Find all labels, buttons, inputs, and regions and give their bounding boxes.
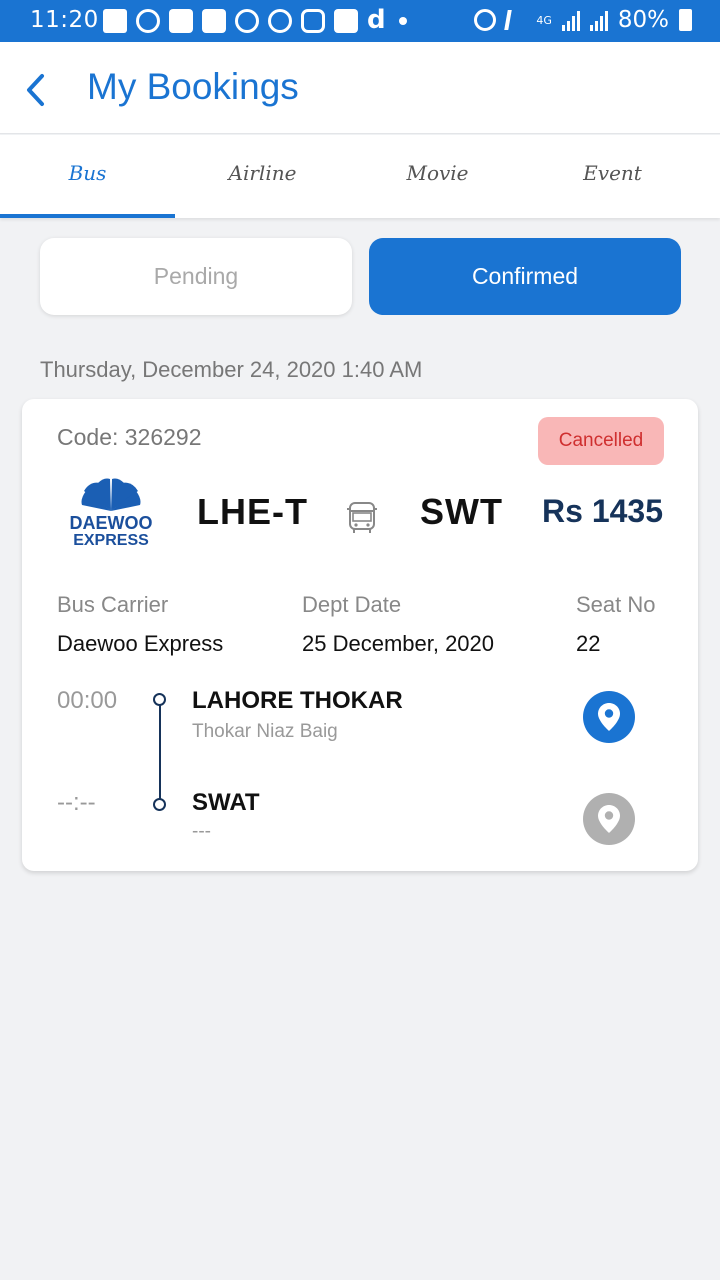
destination-stop-name: SWAT: [192, 789, 260, 816]
destination-code: SWT: [420, 491, 503, 532]
battery-icon: [679, 9, 692, 31]
notification-icons: d: [103, 5, 407, 35]
origin-time: 00:00: [57, 687, 118, 714]
origin-dot: [153, 693, 166, 706]
alarm-icon: [474, 9, 497, 31]
more-notifications-icon: [398, 17, 407, 25]
tab-bus[interactable]: Bus: [0, 135, 175, 218]
facebook-icon: [334, 9, 358, 33]
instagram-icon: [301, 9, 325, 33]
category-tabs: Bus Airline Movie Event: [0, 135, 720, 218]
booking-date: Thursday, December 24, 2020 1:40 AM: [40, 357, 423, 382]
tab-event[interactable]: Event: [525, 135, 700, 218]
tab-movie[interactable]: Movie: [350, 135, 525, 218]
carrier-label: Bus Carrier: [57, 592, 169, 617]
sync-icon: [136, 9, 160, 33]
page-title: My Bookings: [87, 66, 299, 107]
bus-icon: [347, 502, 377, 533]
dept-date-label: Dept Date: [302, 592, 402, 617]
route-timeline-line: [158, 705, 161, 803]
signal-icon: [561, 9, 580, 31]
origin-stop-name: LAHORE THOKAR: [192, 687, 403, 714]
network-type: 4G: [536, 13, 552, 27]
status-indicators: 4G 80%: [474, 7, 692, 33]
dept-date-value: 25 December, 2020: [302, 631, 495, 656]
status-badge: Cancelled: [538, 417, 664, 465]
sync-icon: [235, 9, 259, 33]
status-bar: 11:20 d 4G 80%: [0, 0, 720, 42]
message-icon: [103, 9, 127, 33]
price: Rs 1435: [542, 493, 663, 529]
clock: 11:20: [30, 7, 99, 33]
pending-button[interactable]: Pending: [40, 238, 352, 315]
seat-label: Seat No: [576, 592, 656, 617]
daewoo-express-logo: DAEWOO EXPRESS: [60, 477, 162, 551]
tab-airline[interactable]: Airline: [175, 135, 350, 218]
battery-level: 80%: [617, 7, 669, 33]
logo-text-top: DAEWOO: [69, 513, 153, 533]
sync-icon: [268, 9, 292, 33]
carrier-value: Daewoo Express: [57, 631, 224, 656]
origin-code: LHE-T: [197, 491, 308, 532]
seat-value: 22: [576, 631, 601, 656]
dailymotion-icon: d: [367, 5, 386, 35]
signal-icon: [589, 9, 608, 31]
map-pin-icon: [598, 703, 620, 731]
destination-time: --:--: [57, 789, 96, 816]
back-button[interactable]: [20, 70, 54, 110]
active-tab-indicator: [0, 214, 175, 218]
confirmed-button[interactable]: Confirmed: [369, 238, 681, 315]
destination-stop-address: ---: [192, 821, 211, 842]
destination-map-button[interactable]: [583, 793, 635, 845]
facebook-icon: [202, 9, 226, 33]
booking-card[interactable]: Code: 326292 Cancelled DAEWOO EXPRESS LH…: [22, 399, 698, 871]
app-header: My Bookings: [0, 42, 720, 134]
chevron-left-icon: [27, 74, 44, 106]
logo-text-bottom: EXPRESS: [73, 532, 149, 549]
mute-icon: [504, 10, 529, 30]
booking-code: Code: 326292: [57, 424, 202, 450]
origin-map-button[interactable]: [583, 691, 635, 743]
facebook-icon: [169, 9, 193, 33]
map-pin-icon: [598, 805, 620, 833]
origin-stop-address: Thokar Niaz Baig: [192, 721, 338, 742]
destination-dot: [153, 798, 166, 811]
